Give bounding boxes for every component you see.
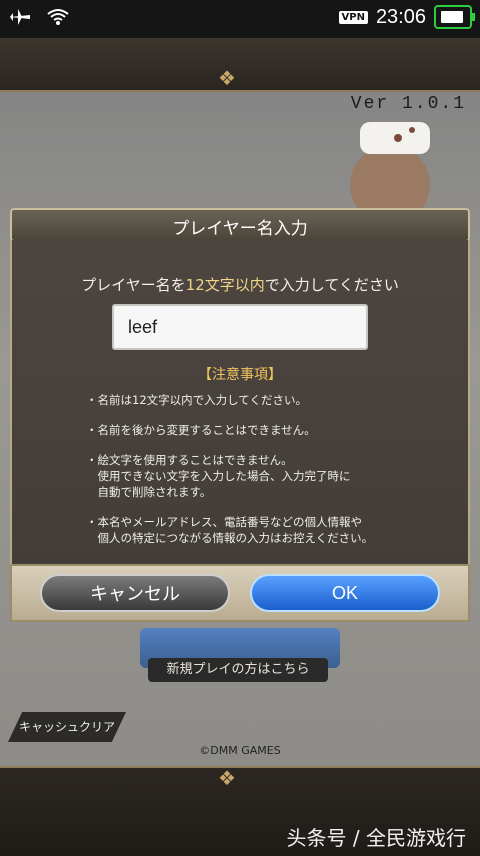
top-frame: ❖ bbox=[0, 38, 480, 92]
note-item: ・本名やメールアドレス、電話番号などの個人情報や 個人の特定につながる情報の入力… bbox=[86, 515, 374, 545]
bottom-frame: ❖ 头条号 / 全民游戏行 bbox=[0, 766, 480, 856]
instruction-text: プレイヤー名を12文字以内で入力してください bbox=[12, 274, 468, 295]
status-left bbox=[8, 6, 70, 32]
notes-list: ・名前は12文字以内で入力してください。 ・名前を後から変更することはできません… bbox=[86, 392, 446, 560]
new-player-link[interactable]: 新規プレイの方はこちら bbox=[148, 658, 328, 682]
watermark-text: 头条号 / 全民游戏行 bbox=[286, 826, 466, 850]
battery-icon bbox=[434, 5, 475, 29]
status-bar: VPN 23:06 bbox=[0, 0, 480, 38]
status-right: VPN 23:06 bbox=[338, 5, 475, 29]
wifi-icon bbox=[46, 6, 70, 32]
instruction-suffix: で入力してください bbox=[264, 276, 399, 294]
dialog-header: プレイヤー名入力 bbox=[10, 208, 470, 242]
instruction-highlight: 12文字以内 bbox=[185, 276, 265, 294]
player-name-input[interactable] bbox=[112, 304, 368, 350]
status-time: 23:06 bbox=[375, 5, 426, 28]
note-item: ・名前を後から変更することはできません。 bbox=[86, 423, 316, 437]
notes-title: 【注意事項】 bbox=[198, 367, 282, 383]
note-item: ・絵文字を使用することはできません。 使用できない文字を入力した場合、入力完了時… bbox=[86, 453, 351, 499]
cache-clear-button[interactable]: キャッシュクリア bbox=[8, 712, 126, 742]
airplane-icon bbox=[8, 6, 32, 32]
dialog-footer: キャンセル OK bbox=[10, 564, 470, 622]
ornament-icon: ❖ bbox=[218, 766, 236, 790]
ornament-icon: ❖ bbox=[218, 66, 236, 90]
ok-button[interactable]: OK bbox=[250, 574, 440, 612]
vpn-badge: VPN bbox=[338, 10, 368, 24]
dialog-body: プレイヤー名を12文字以内で入力してください 【注意事項】 ・名前は12文字以内… bbox=[10, 240, 470, 564]
copyright-label: ©DMM GAMES bbox=[199, 744, 281, 757]
note-item: ・名前は12文字以内で入力してください。 bbox=[86, 393, 307, 407]
cancel-button[interactable]: キャンセル bbox=[40, 574, 230, 612]
dialog-title: プレイヤー名入力 bbox=[172, 219, 308, 239]
instruction-prefix: プレイヤー名を bbox=[81, 276, 186, 294]
